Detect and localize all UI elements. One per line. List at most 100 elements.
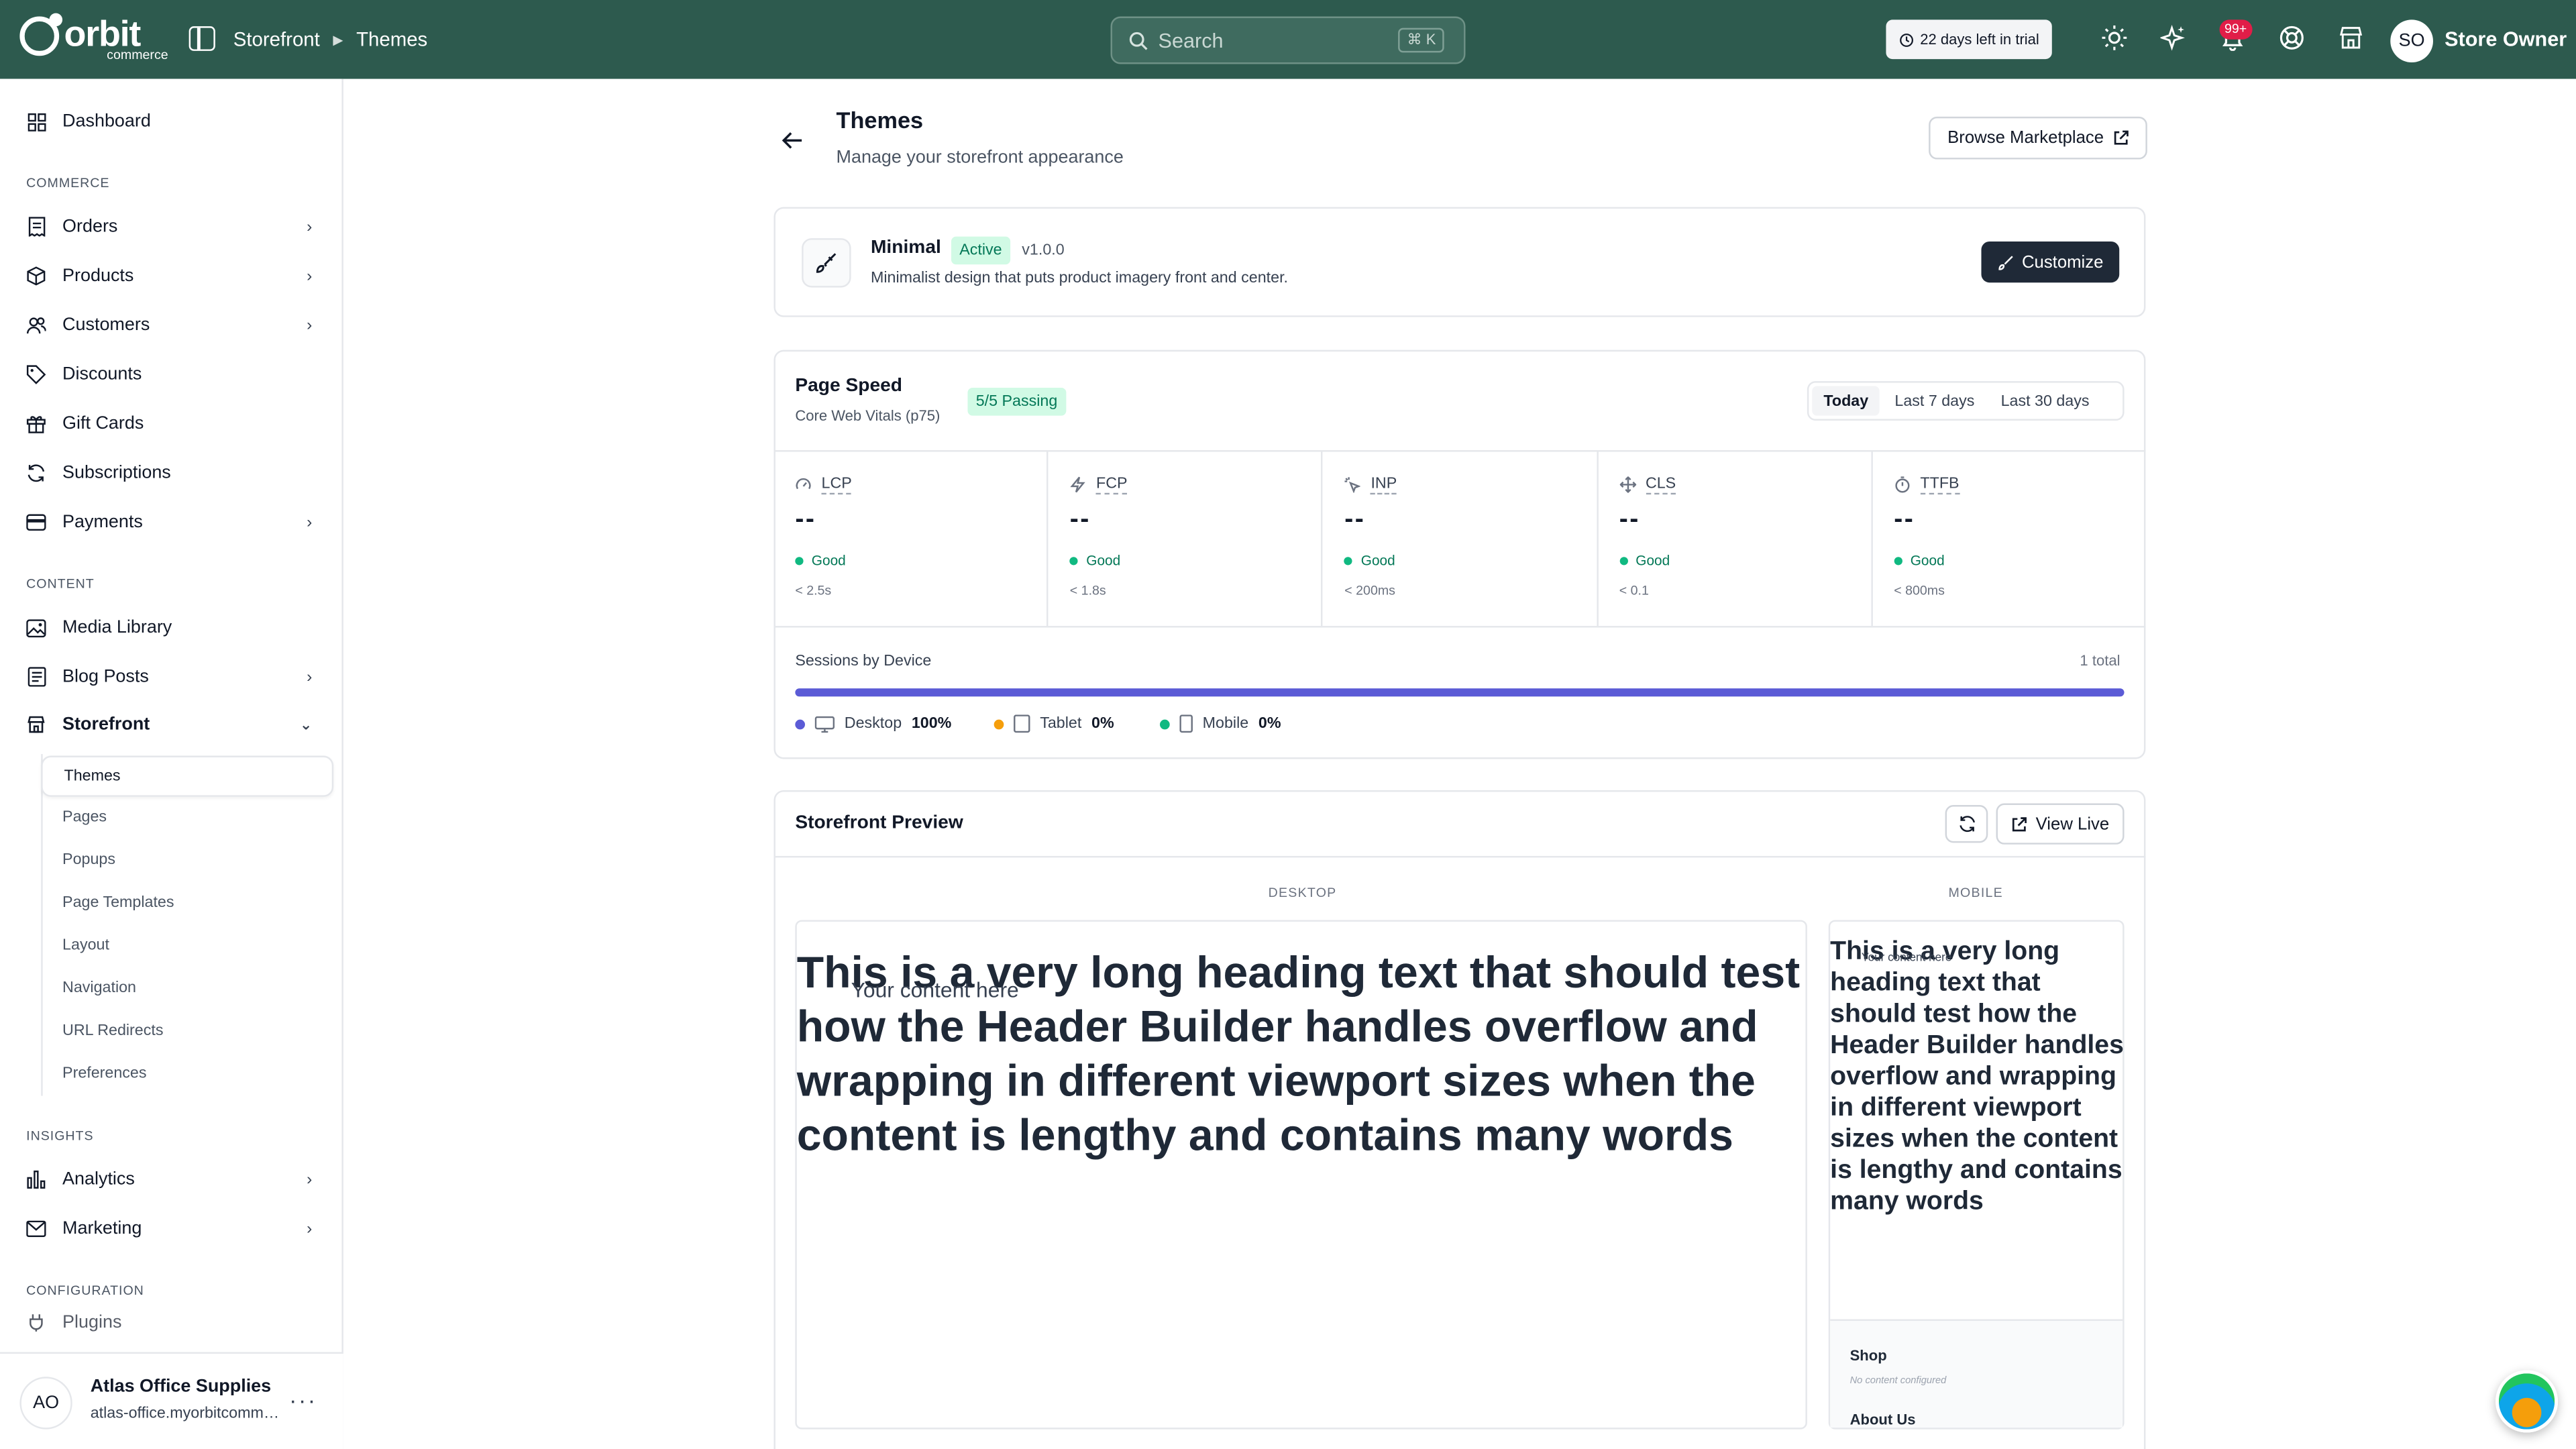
sessions-desktop-fill <box>795 688 2125 697</box>
sidebar-subitem-pages[interactable]: Pages <box>62 808 107 826</box>
sidebar-item-blog-posts[interactable]: Blog Posts › <box>26 659 319 695</box>
metric-threshold: < 800ms <box>1894 583 1945 598</box>
move-arrows-icon <box>1619 476 1636 493</box>
footer-empty-text: No content configured <box>1849 1377 1947 1387</box>
theme-version: v1.0.0 <box>1022 241 1065 260</box>
metric-label[interactable]: CLS <box>1645 475 1676 495</box>
chevron-right-icon: › <box>307 316 313 335</box>
theme-description: Minimalist design that puts product imag… <box>870 269 1289 288</box>
sidebar-item-label: Media Library <box>62 617 172 638</box>
paintbrush-icon <box>1998 255 2012 270</box>
sidebar-item-dashboard[interactable]: Dashboard <box>26 103 319 140</box>
sidebar-item-marketing[interactable]: Marketing › <box>26 1211 319 1247</box>
divider <box>773 855 2146 858</box>
section-configuration: CONFIGURATION <box>26 1283 144 1298</box>
range-30-days-tab[interactable]: Last 30 days <box>1989 386 2100 416</box>
search-input[interactable] <box>1158 28 1389 52</box>
sidebar-subitem-preferences[interactable]: Preferences <box>62 1065 146 1083</box>
organization-switcher[interactable]: AO Atlas Office Supplies atlas-office.my… <box>0 1352 343 1449</box>
pointer-click-icon <box>1345 477 1361 493</box>
assistant-launcher-button[interactable] <box>2496 1370 2559 1433</box>
help-lifebuoy-icon[interactable] <box>2277 23 2306 52</box>
sidebar-item-plugins[interactable]: Plugins <box>26 1311 319 1334</box>
gauge-icon <box>796 478 811 490</box>
sidebar-item-label: Marketing <box>62 1219 142 1239</box>
sidebar-item-customers[interactable]: Customers › <box>26 307 319 343</box>
sidebar-item-label: Orders <box>62 217 118 237</box>
legend-dot <box>994 718 1004 729</box>
orbit-logo[interactable]: orbit commerce <box>19 13 168 62</box>
section-content: CONTENT <box>26 576 95 592</box>
sidebar-subitem-page-templates[interactable]: Page Templates <box>62 894 174 912</box>
receipt-icon <box>26 217 46 237</box>
range-7-days-tab[interactable]: Last 7 days <box>1883 386 1986 416</box>
theme-toggle-sun-icon[interactable] <box>2100 23 2129 52</box>
sidebar-subitem-themes[interactable]: Themes <box>41 755 334 797</box>
sidebar-subitem-layout[interactable]: Layout <box>62 936 109 955</box>
sidebar-item-gift-cards[interactable]: Gift Cards <box>26 406 319 442</box>
clock-icon <box>1899 32 1913 46</box>
submenu-rail <box>41 754 43 1096</box>
sidebar-toggle-icon[interactable] <box>189 26 215 51</box>
metric-label[interactable]: INP <box>1371 475 1397 495</box>
legend-mobile: Mobile 0% <box>1159 714 1281 733</box>
status-dot <box>1344 555 1353 565</box>
preview-title: Storefront Preview <box>795 813 963 833</box>
legend-desktop: Desktop 100% <box>795 714 951 733</box>
sidebar-item-discounts[interactable]: Discounts <box>26 356 319 392</box>
sidebar-item-payments[interactable]: Payments › <box>26 504 319 541</box>
sidebar-item-label: Customers <box>62 315 150 335</box>
metric-lcp: LCP -- Good < 2.5s <box>773 451 1049 627</box>
sidebar-subitem-popups[interactable]: Popups <box>62 851 115 869</box>
user-name[interactable]: Store Owner <box>2445 28 2567 51</box>
status-dot <box>795 555 804 565</box>
search-shortcut: ⌘ K <box>1399 28 1444 53</box>
sidebar-item-analytics[interactable]: Analytics › <box>26 1161 319 1197</box>
desktop-label: DESKTOP <box>1268 885 1337 901</box>
search-box[interactable]: ⌘ K <box>1110 16 1466 64</box>
sidebar-subitem-navigation[interactable]: Navigation <box>62 979 136 998</box>
more-dots-icon[interactable]: ··· <box>289 1387 317 1413</box>
mobile-label: MOBILE <box>1948 885 2003 901</box>
metric-label[interactable]: LCP <box>821 475 852 495</box>
chevron-right-icon: › <box>307 217 313 236</box>
sidebar-item-label: Storefront <box>62 714 150 735</box>
metric-status: Good <box>1360 551 1395 569</box>
sidebar-item-label: Gift Cards <box>62 414 144 434</box>
refresh-preview-button[interactable] <box>1945 805 1988 843</box>
monitor-icon <box>814 715 835 733</box>
browse-marketplace-button[interactable]: Browse Marketplace <box>1929 116 2147 160</box>
mobile-preview-heading: This is a very long heading text that sh… <box>1830 938 2124 1216</box>
sessions-title: Sessions by Device <box>795 652 932 671</box>
view-live-button[interactable]: View Live <box>1996 803 2125 845</box>
store-icon[interactable] <box>2336 23 2365 52</box>
user-avatar[interactable]: SO <box>2390 19 2433 63</box>
sidebar-subitem-url-redirects[interactable]: URL Redirects <box>62 1022 163 1040</box>
ai-sparkle-icon[interactable] <box>2159 23 2188 52</box>
breadcrumb: Storefront ▶ Themes <box>233 28 428 51</box>
lightning-icon <box>1070 476 1086 493</box>
sidebar-item-storefront[interactable]: Storefront ⌄ <box>26 706 319 743</box>
metric-status: Good <box>1910 551 1945 569</box>
range-today-tab[interactable]: Today <box>1812 386 1880 416</box>
box-icon <box>26 266 46 286</box>
sidebar-item-subscriptions[interactable]: Subscriptions <box>26 455 319 491</box>
sidebar-item-media-library[interactable]: Media Library <box>26 610 319 646</box>
metric-value: -- <box>1344 506 1366 534</box>
breadcrumb-themes: Themes <box>356 28 428 51</box>
back-arrow-icon[interactable] <box>782 128 804 154</box>
trial-badge[interactable]: 22 days left in trial <box>1886 19 2052 60</box>
breadcrumb-storefront[interactable]: Storefront <box>233 28 320 51</box>
metric-ttfb: TTFB -- Good < 800ms <box>1872 451 2145 626</box>
sidebar-item-orders[interactable]: Orders › <box>26 209 319 245</box>
org-name: Atlas Office Supplies <box>90 1377 272 1397</box>
metric-label[interactable]: FCP <box>1095 475 1128 495</box>
metric-threshold: < 0.1 <box>1619 583 1649 598</box>
legend-dot <box>1159 718 1170 729</box>
sidebar-item-products[interactable]: Products › <box>26 258 319 294</box>
credit-card-icon <box>26 513 46 532</box>
metric-label[interactable]: TTFB <box>1920 475 1960 495</box>
customize-button[interactable]: Customize <box>1981 241 2120 283</box>
view-live-label: View Live <box>2035 814 2110 834</box>
chevron-right-icon: › <box>307 513 313 532</box>
